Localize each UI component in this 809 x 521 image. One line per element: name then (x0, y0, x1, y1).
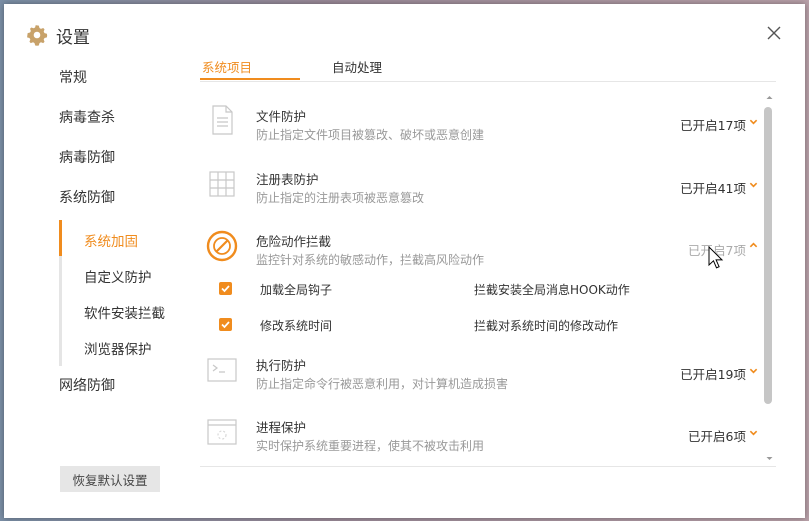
row-description: 防止指定文件项目被篡改、破坏或恶意创建 (256, 128, 485, 142)
scroll-up-arrow-icon[interactable] (765, 93, 774, 102)
tab-active-underline (200, 78, 300, 80)
process-window-icon (207, 419, 237, 445)
chevron-up-icon[interactable] (749, 241, 758, 250)
scrollbar-thumb[interactable] (764, 107, 772, 404)
settings-window: 设置 常规 病毒查杀 病毒防御 系统防御 系统加固 自定义防护 软件安装拦截 浏… (4, 4, 805, 518)
sidebar-item-general[interactable]: 常规 (59, 67, 87, 87)
list-divider (200, 466, 776, 467)
terminal-icon (207, 358, 237, 382)
checkbox[interactable] (219, 282, 232, 295)
submenu-track (59, 256, 62, 366)
tab-system-items[interactable]: 系统项目 (202, 57, 252, 76)
sidebar-item-network-defense[interactable]: 网络防御 (59, 375, 115, 395)
row-title: 注册表防护 (256, 172, 319, 187)
forbidden-circle-icon (206, 230, 238, 262)
row-description: 监控针对系统的敏感动作，拦截高风险动作 (256, 253, 485, 267)
registry-grid-icon (209, 171, 235, 197)
sidebar-subitem-system-hardening[interactable]: 系统加固 (84, 230, 138, 250)
check-label: 修改系统时间 (260, 319, 333, 333)
document-icon (212, 105, 233, 135)
sidebar-item-system-defense[interactable]: 系统防御 (59, 187, 115, 207)
check-description: 拦截对系统时间的修改动作 (474, 319, 619, 333)
sidebar-subitem-custom-protection[interactable]: 自定义防护 (84, 266, 152, 286)
window-title-bar: 设置 (26, 24, 90, 48)
row-title: 文件防护 (256, 109, 307, 124)
row-title: 危险动作拦截 (256, 234, 332, 249)
checkbox[interactable] (219, 318, 232, 331)
row-title: 进程保护 (256, 420, 307, 435)
gear-icon (27, 25, 48, 46)
sidebar-item-virus-defense[interactable]: 病毒防御 (59, 147, 115, 167)
chevron-down-icon[interactable] (749, 117, 758, 126)
scroll-down-arrow-icon[interactable] (765, 454, 774, 463)
row-description: 实时保护系统重要进程，使其不被攻击利用 (256, 439, 485, 453)
sidebar-subitem-browser-protection[interactable]: 浏览器保护 (84, 338, 152, 358)
window-title: 设置 (56, 27, 90, 48)
row-title: 执行防护 (256, 358, 307, 373)
status-count[interactable]: 已开启17项 (680, 115, 746, 134)
sidebar-subitem-install-block[interactable]: 软件安装拦截 (84, 302, 165, 322)
row-description: 防止指定命令行被恶意利用，对计算机造成损害 (256, 377, 509, 391)
restore-defaults-button[interactable]: 恢复默认设置 (60, 466, 160, 492)
status-count[interactable]: 已开启41项 (680, 178, 746, 197)
status-count[interactable]: 已开启19项 (680, 364, 746, 383)
submenu-active-indicator (59, 220, 62, 256)
mouse-cursor-icon (708, 246, 724, 269)
protection-list: 文件防护 防止指定文件项目被篡改、破坏或恶意创建 已开启17项 注册表防护 防止… (200, 93, 760, 466)
tab-auto-handling[interactable]: 自动处理 (332, 57, 382, 76)
chevron-down-icon[interactable] (749, 366, 758, 375)
close-icon[interactable] (765, 24, 783, 42)
row-description: 防止指定的注册表项被恶意篡改 (256, 191, 425, 205)
check-label: 加载全局钩子 (260, 283, 333, 297)
chevron-down-icon[interactable] (749, 180, 758, 189)
chevron-down-icon[interactable] (749, 428, 758, 437)
status-count[interactable]: 已开启6项 (688, 426, 746, 445)
check-description: 拦截安装全局消息HOOK动作 (474, 283, 630, 297)
sidebar-item-virus-scan[interactable]: 病毒查杀 (59, 107, 115, 127)
tab-bar: 系统项目 自动处理 (200, 54, 776, 82)
